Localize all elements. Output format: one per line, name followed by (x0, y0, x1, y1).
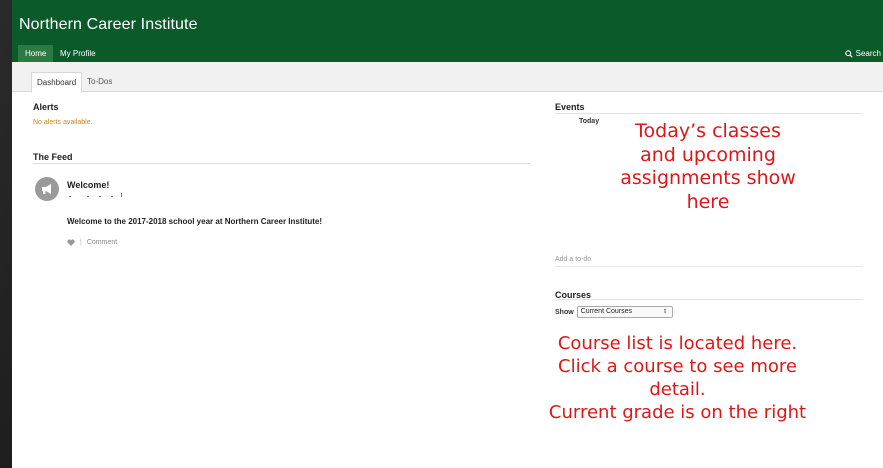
events-heading: Events (555, 102, 585, 112)
heart-icon[interactable] (67, 239, 75, 246)
courses-filter-row: Show Current Courses ⇕ (555, 306, 673, 318)
divider (555, 266, 863, 267)
annotation-events: Today’s classes and upcoming assignments… (584, 120, 832, 214)
tab-todos[interactable]: To-Dos (87, 72, 112, 93)
feed-heading: The Feed (33, 152, 73, 162)
alerts-empty-message: No alerts available. (33, 119, 93, 126)
annotation-line: here (686, 190, 730, 213)
annotation-line: detail. (649, 379, 706, 400)
top-navigation-bar: Northern Career Institute Home My Profil… (12, 0, 883, 62)
annotation-line: and upcoming (640, 143, 776, 166)
annotation-line: Click a course to see more (558, 356, 797, 377)
add-todo-input[interactable]: Add a to-do (555, 256, 591, 263)
annotation-line: Course list is located here. (557, 333, 798, 354)
courses-filter-select[interactable]: Current Courses ⇕ (576, 306, 673, 318)
feed-post-body: Welcome to the 2017-2018 school year at … (67, 217, 323, 226)
tab-dashboard[interactable]: Dashboard (31, 72, 83, 93)
courses-filter-value: Current Courses (580, 308, 633, 315)
alerts-heading: Alerts (33, 102, 59, 112)
feed-post-meta (69, 193, 131, 199)
nav-home[interactable]: Home (18, 45, 54, 62)
annotation-line: Current grade is on the right (548, 402, 807, 423)
feed-post-title[interactable]: Welcome! (67, 180, 109, 190)
divider (555, 299, 863, 300)
search-button[interactable]: Search (844, 45, 881, 62)
divider (33, 163, 530, 164)
megaphone-icon (35, 177, 59, 201)
search-icon (844, 49, 853, 58)
comment-link[interactable]: Comment (87, 239, 117, 246)
school-name: Northern Career Institute (19, 16, 198, 33)
annotation-line: assignments show (620, 167, 796, 189)
search-label: Search (855, 49, 881, 58)
feed-post-actions: | Comment (67, 239, 117, 246)
nav-my-profile[interactable]: My Profile (60, 45, 96, 62)
divider (555, 113, 863, 114)
action-separator: | (80, 239, 82, 246)
chevron-updown-icon: ⇕ (662, 309, 668, 315)
tab-bar: Dashboard To-Dos (12, 62, 883, 93)
annotation-line: Today’s classes (635, 120, 781, 142)
annotation-courses: Course list is located here. Click a cou… (500, 332, 855, 424)
courses-show-label: Show (555, 308, 574, 316)
